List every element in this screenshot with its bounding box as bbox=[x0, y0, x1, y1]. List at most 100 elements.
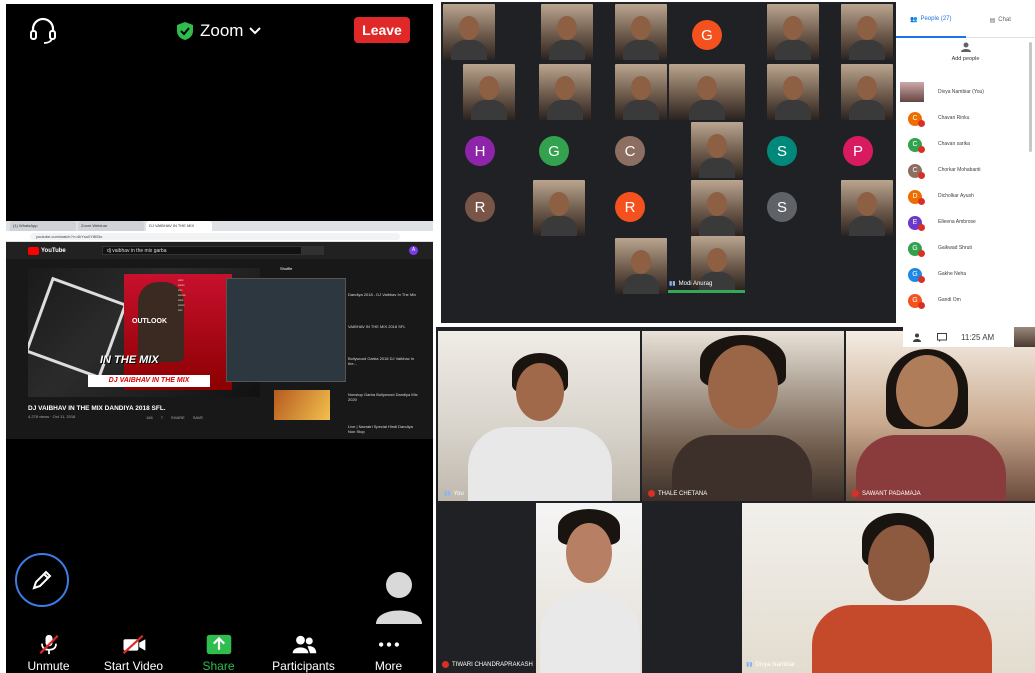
participant-video-tile[interactable] bbox=[615, 4, 667, 60]
muted-mic-icon bbox=[918, 198, 925, 205]
participant-video-tile[interactable] bbox=[541, 4, 593, 60]
share-button[interactable]: Share bbox=[176, 628, 261, 673]
participant-video-tile[interactable] bbox=[669, 64, 745, 120]
participant-video-tile[interactable]: SAWANT PADAMAJA bbox=[846, 331, 1035, 501]
meeting-title: Zoom bbox=[200, 21, 244, 40]
participant-name-label: SAWANT PADAMAJA bbox=[852, 490, 921, 497]
list-item[interactable]: Divya Nambiar (You) bbox=[896, 80, 1035, 106]
muted-mic-icon bbox=[918, 224, 925, 231]
youtube-search-input[interactable]: dj vaibhav in the mix garba bbox=[102, 246, 302, 255]
participant-video-tile[interactable] bbox=[443, 4, 495, 60]
video-off-icon bbox=[122, 634, 145, 655]
audio-wave-icon: ▮▮ bbox=[444, 491, 451, 497]
youtube-play-icon bbox=[28, 246, 39, 255]
avatar[interactable]: S bbox=[767, 192, 797, 222]
tab-people[interactable]: 👥 People (27) bbox=[896, 2, 966, 38]
participant-video-tile[interactable] bbox=[615, 238, 667, 294]
list-item[interactable]: C Chavan Rinku bbox=[896, 106, 1035, 132]
video-meta: 4,278 views · Oct 11, 2018 bbox=[28, 414, 76, 419]
participant-video-tile[interactable] bbox=[691, 122, 743, 178]
avatar[interactable]: G bbox=[539, 136, 569, 166]
participant-video-tile[interactable] bbox=[841, 4, 893, 60]
chat-icon[interactable] bbox=[937, 332, 947, 342]
avatar[interactable]: R bbox=[615, 192, 645, 222]
participant-avatar-tile[interactable]: G bbox=[681, 4, 733, 60]
share-video-button[interactable]: SHARE bbox=[171, 415, 185, 420]
leave-button[interactable]: Leave bbox=[354, 17, 410, 43]
list-item[interactable]: G Gandi Om bbox=[896, 288, 1035, 314]
participant-video-tile[interactable] bbox=[767, 4, 819, 60]
dislike-button[interactable]: 7 bbox=[161, 415, 163, 420]
youtube-page: YouTube dj vaibhav in the mix garba A ▪▪… bbox=[6, 242, 433, 439]
save-video-button[interactable]: SAVE bbox=[193, 415, 203, 420]
participant-name-label: TIWARI CHANDRAPRAKASH bbox=[442, 661, 533, 668]
muted-mic-icon bbox=[918, 276, 925, 283]
add-people-button[interactable]: Add people bbox=[896, 42, 1035, 76]
panel-tabs: 👥 People (27) ▤ Chat bbox=[896, 2, 1035, 38]
list-item[interactable]: Dandiya 2018 - DJ Vaibhav In The Mix bbox=[348, 292, 418, 297]
list-item[interactable]: E Elleena Ambrose bbox=[896, 210, 1035, 236]
list-item[interactable]: G Gaikwad Shruti bbox=[896, 236, 1035, 262]
participant-video-tile[interactable] bbox=[767, 64, 819, 120]
active-speaker-indicator bbox=[668, 290, 745, 293]
chevron-down-icon bbox=[249, 27, 262, 35]
list-item[interactable]: C Chorkar Mohabanti bbox=[896, 158, 1035, 184]
muted-mic-icon bbox=[918, 250, 925, 257]
participant-video-tile[interactable] bbox=[536, 503, 642, 673]
zoom-toolbar: Unmute Start Video Share Participants Mo… bbox=[6, 628, 433, 673]
start-video-button[interactable]: Start Video bbox=[91, 628, 176, 673]
list-item[interactable]: C Chavan sarika bbox=[896, 132, 1035, 158]
more-button[interactable]: More bbox=[346, 628, 431, 673]
thumbnail-text: DJ VAIBHAV IN THE MIX bbox=[88, 375, 210, 387]
video-thumbnail[interactable] bbox=[274, 390, 330, 420]
participant-video-tile[interactable] bbox=[615, 64, 667, 120]
list-item[interactable]: Live | Navratri Special Hindi Dandiya No… bbox=[348, 424, 418, 434]
participant-video-tile[interactable] bbox=[463, 64, 515, 120]
toolbar-label: Share bbox=[202, 659, 235, 673]
like-button[interactable]: 166 bbox=[146, 415, 153, 420]
avatar[interactable]: C bbox=[615, 136, 645, 166]
meet-grid-panel: G H G C S P R R S ▮▮ Modi Anurag 👥 Peopl… bbox=[441, 2, 1035, 323]
participant-video-tile[interactable]: THALE CHETANA bbox=[642, 331, 844, 501]
participant-name-label: THALE CHETANA bbox=[648, 490, 707, 497]
search-button[interactable] bbox=[302, 246, 324, 255]
list-item[interactable]: D Dicholkar Ayush bbox=[896, 184, 1035, 210]
people-icon: 👥 bbox=[909, 16, 918, 23]
participant-name-label: ▮▮ Divya Nambiar bbox=[746, 661, 795, 669]
avatar[interactable]: P bbox=[843, 136, 873, 166]
browser-tab[interactable]: DJ VAIBHAV IN THE MIX bbox=[146, 221, 212, 231]
list-item[interactable]: Nonstop Garba Bollywood Dandiya Mix 2020 bbox=[348, 392, 418, 402]
participant-video-tile[interactable] bbox=[539, 64, 591, 120]
list-item[interactable]: G Gakhe Neha bbox=[896, 262, 1035, 288]
unmute-button[interactable]: Unmute bbox=[6, 628, 91, 673]
participant-video-tile[interactable] bbox=[742, 503, 1035, 673]
browser-tab[interactable]: Zoom Webinar bbox=[78, 221, 144, 231]
participant-video-tile[interactable]: ▮▮ You bbox=[438, 331, 640, 501]
avatar: G bbox=[692, 20, 722, 50]
scrollbar[interactable] bbox=[1029, 42, 1032, 152]
participant-video-tile[interactable] bbox=[841, 180, 893, 236]
headset-icon[interactable] bbox=[28, 16, 58, 44]
participants-icon[interactable] bbox=[913, 333, 923, 342]
avatar[interactable]: A bbox=[409, 246, 418, 255]
youtube-logo[interactable]: YouTube bbox=[28, 246, 66, 255]
tab-chat[interactable]: ▤ Chat bbox=[966, 2, 1035, 38]
browser-tab[interactable]: (1) WhatsApp bbox=[10, 221, 76, 231]
avatar[interactable]: H bbox=[465, 136, 495, 166]
avatar[interactable]: R bbox=[465, 192, 495, 222]
annotate-button[interactable] bbox=[15, 553, 69, 607]
list-item[interactable]: VAIBHAV IN THE MIX 2018 SFL bbox=[348, 324, 418, 329]
muted-mic-icon bbox=[918, 146, 925, 153]
people-panel: 👥 People (27) ▤ Chat Add people Divya Na… bbox=[896, 2, 1035, 323]
self-view-thumbnail[interactable] bbox=[1014, 327, 1035, 347]
url-field[interactable]: youtube.com/watch?v=4kYsu0Y8B3o bbox=[30, 233, 400, 240]
participant-video-tile[interactable] bbox=[691, 180, 743, 236]
meeting-title-dropdown[interactable]: Zoom bbox=[176, 18, 262, 44]
avatar[interactable]: S bbox=[767, 136, 797, 166]
toolbar-label: More bbox=[374, 659, 403, 673]
video-title: DJ VAIBHAV IN THE MIX DANDIYA 2018 SFL. bbox=[28, 405, 166, 412]
list-item[interactable]: Bollywood Garba 2018 DJ Vaibhav In the..… bbox=[348, 356, 418, 366]
participant-video-tile[interactable] bbox=[533, 180, 585, 236]
participants-button[interactable]: Participants bbox=[261, 628, 346, 673]
participant-video-tile[interactable] bbox=[841, 64, 893, 120]
